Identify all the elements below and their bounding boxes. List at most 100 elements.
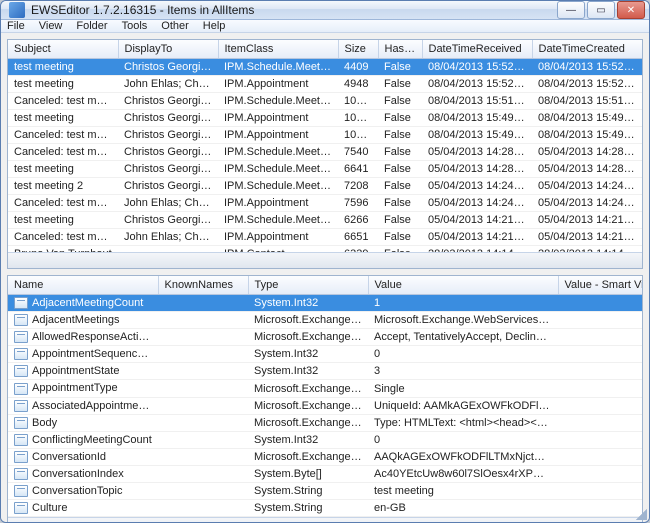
cell-displayto: Christos Georgiadis; Vl…: [118, 93, 218, 110]
cell-displayto: John Ehlas; Christos G…: [118, 76, 218, 93]
property-name-label: ConversationTopic: [32, 485, 123, 497]
property-icon: [14, 297, 28, 309]
menu-other[interactable]: Other: [161, 20, 189, 32]
menu-folder[interactable]: Folder: [76, 20, 107, 32]
cell-received: 08/04/2013 15:52:39: [422, 76, 532, 93]
items-grid-scroll[interactable]: Subject DisplayTo ItemClass Size HasAtta…: [8, 40, 642, 252]
cell-name: Body: [8, 414, 158, 431]
minimize-button[interactable]: —: [557, 1, 585, 19]
cell-known: [158, 483, 248, 500]
cell-subject: test meeting: [8, 59, 118, 76]
property-name-label: ConversationId: [32, 451, 106, 463]
cell-subject: Canceled: test meeting 2: [8, 144, 118, 161]
menubar: File View Folder Tools Other Help: [1, 20, 649, 33]
table-row[interactable]: AssociatedAppointmentIdMicrosoft.Exchang…: [8, 397, 642, 414]
cell-size: 7596: [338, 195, 378, 212]
window-title: EWSEditor 1.7.2.16315 - Items in AllItem…: [31, 3, 557, 17]
table-row[interactable]: Canceled: test meetingJohn Ehlas; Christ…: [8, 229, 642, 246]
cell-received: 08/04/2013 15:52:39: [422, 59, 532, 76]
cell-known: [158, 312, 248, 329]
properties-header-row[interactable]: Name KnownNames Type Value Value - Smart…: [8, 276, 642, 295]
cell-subject: Canceled: test meeting: [8, 229, 118, 246]
menu-file[interactable]: File: [7, 20, 25, 32]
col-value[interactable]: Value: [368, 276, 558, 295]
property-icon: [14, 485, 28, 497]
items-horizontal-scrollbar[interactable]: [8, 252, 642, 268]
table-row[interactable]: test meetingChristos Georgiadis; Br…IPM.…: [8, 59, 642, 76]
table-row[interactable]: Canceled: test meeting 2Christos Georgia…: [8, 144, 642, 161]
col-displayto[interactable]: DisplayTo: [118, 40, 218, 59]
cell-known: [158, 465, 248, 482]
table-row[interactable]: Canceled: test meetingChristos Georgiadi…: [8, 127, 642, 144]
table-row[interactable]: ConflictingMeetingCountSystem.Int320: [8, 431, 642, 448]
col-created[interactable]: DateTimeCreated: [532, 40, 642, 59]
property-icon: [14, 348, 28, 360]
menu-tools[interactable]: Tools: [122, 20, 148, 32]
table-row[interactable]: ConversationTopicSystem.Stringtest meeti…: [8, 483, 642, 500]
table-row[interactable]: test meetingJohn Ehlas; Christos G…IPM.A…: [8, 76, 642, 93]
cell-name: ConversationTopic: [8, 483, 158, 500]
table-row[interactable]: AdjacentMeetingCountSystem.Int321: [8, 295, 642, 312]
cell-value: Type: HTMLText: <html><head><meta http-e…: [368, 414, 558, 431]
col-itemclass[interactable]: ItemClass: [218, 40, 338, 59]
cell-smart: [558, 483, 642, 500]
table-row[interactable]: ConversationIdMicrosoft.Exchange.WebSe…A…: [8, 448, 642, 465]
table-row[interactable]: BodyMicrosoft.Exchange.WebSe…Type: HTMLT…: [8, 414, 642, 431]
cell-size: 4409: [338, 59, 378, 76]
col-type[interactable]: Type: [248, 276, 368, 295]
table-row[interactable]: CultureSystem.Stringen-GB: [8, 500, 642, 517]
cell-smart: [558, 397, 642, 414]
table-row[interactable]: AppointmentStateSystem.Int323: [8, 363, 642, 380]
cell-hasattach: False: [378, 59, 422, 76]
col-smartview[interactable]: Value - Smart View: [558, 276, 642, 295]
table-row[interactable]: test meetingChristos Georgiadis; Br…IPM.…: [8, 212, 642, 229]
table-row[interactable]: test meetingChristos Georgiadis; Br…IPM.…: [8, 161, 642, 178]
cell-smart: [558, 363, 642, 380]
table-row[interactable]: AllowedResponseActionsMicrosoft.Exchange…: [8, 329, 642, 346]
col-size[interactable]: Size: [338, 40, 378, 59]
table-row[interactable]: AdjacentMeetingsMicrosoft.Exchange.WebSe…: [8, 312, 642, 329]
menu-help[interactable]: Help: [203, 20, 226, 32]
titlebar[interactable]: EWSEditor 1.7.2.16315 - Items in AllItem…: [1, 1, 649, 20]
cell-created: 08/04/2013 15:52:39: [532, 76, 642, 93]
cell-subject: Canceled: test meeting 2: [8, 195, 118, 212]
col-subject[interactable]: Subject: [8, 40, 118, 59]
content-area: Subject DisplayTo ItemClass Size HasAtta…: [1, 33, 649, 523]
cell-name: AppointmentSequenceNum…: [8, 346, 158, 363]
maximize-button[interactable]: ▭: [587, 1, 615, 19]
col-received[interactable]: DateTimeReceived: [422, 40, 532, 59]
col-hasattach[interactable]: HasAttach: [378, 40, 422, 59]
items-header-row[interactable]: Subject DisplayTo ItemClass Size HasAtta…: [8, 40, 642, 59]
cell-known: [158, 329, 248, 346]
cell-hasattach: False: [378, 161, 422, 178]
table-row[interactable]: Canceled: test meetingChristos Georgiadi…: [8, 93, 642, 110]
cell-name: AdjacentMeetingCount: [8, 295, 158, 312]
properties-horizontal-scrollbar[interactable]: [8, 517, 642, 523]
cell-known: [158, 448, 248, 465]
cell-smart: [558, 346, 642, 363]
cell-value: UniqueId: AAMkAGExOWFkODFlLTMxNjctNDljMy…: [368, 397, 558, 414]
cell-known: [158, 414, 248, 431]
col-knownnames[interactable]: KnownNames: [158, 276, 248, 295]
resize-grip-icon[interactable]: [633, 506, 647, 520]
close-button[interactable]: ✕: [617, 1, 645, 19]
cell-subject: test meeting 2: [8, 178, 118, 195]
menu-view[interactable]: View: [39, 20, 63, 32]
cell-received: 05/04/2013 14:28:12: [422, 161, 532, 178]
table-row[interactable]: Canceled: test meeting 2John Ehlas; Chri…: [8, 195, 642, 212]
cell-subject: Canceled: test meeting: [8, 93, 118, 110]
cell-name: ConflictingMeetingCount: [8, 431, 158, 448]
cell-created: 08/04/2013 15:51:14: [532, 93, 642, 110]
table-row[interactable]: AppointmentTypeMicrosoft.Exchange.WebSe……: [8, 380, 642, 397]
properties-grid-scroll[interactable]: Name KnownNames Type Value Value - Smart…: [8, 276, 642, 517]
table-row[interactable]: ConversationIndexSystem.Byte[]Ac40YEtcUw…: [8, 465, 642, 482]
table-row[interactable]: test meetingChristos Georgiadis; Br…IPM.…: [8, 110, 642, 127]
property-icon: [14, 365, 28, 377]
cell-name: AssociatedAppointmentId: [8, 397, 158, 414]
cell-name: AppointmentType: [8, 380, 158, 397]
cell-smart: [558, 329, 642, 346]
table-row[interactable]: test meeting 2Christos Georgiadis; Br…IP…: [8, 178, 642, 195]
cell-itemclass: IPM.Appointment: [218, 110, 338, 127]
col-name[interactable]: Name: [8, 276, 158, 295]
table-row[interactable]: AppointmentSequenceNum…System.Int320: [8, 346, 642, 363]
